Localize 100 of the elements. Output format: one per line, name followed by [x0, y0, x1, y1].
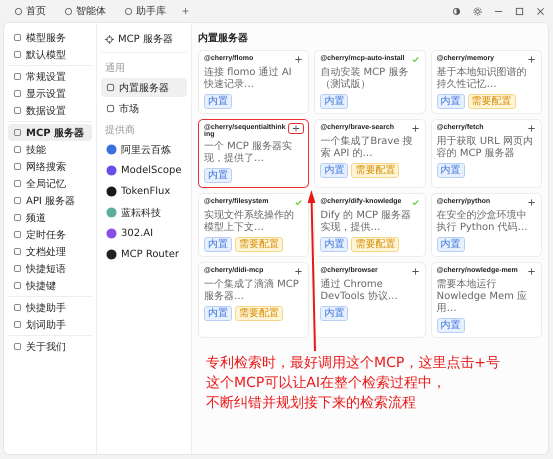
- rounded-square-icon: [13, 106, 22, 115]
- server-description: 一个集成了滴滴 MCP 服务器…: [204, 279, 300, 303]
- logo-icon: [106, 165, 117, 176]
- tag: 内置: [320, 237, 348, 252]
- logo-icon: [106, 186, 117, 197]
- sidebar-item[interactable]: 网络搜索: [8, 158, 92, 175]
- logo-icon: [106, 207, 117, 218]
- sidebar-item[interactable]: 常规设置: [8, 68, 92, 85]
- rounded-square-icon: [13, 179, 22, 188]
- circle-icon: [14, 6, 23, 16]
- rounded-square-icon: [106, 83, 115, 92]
- sidebar-item[interactable]: 技能: [8, 141, 92, 158]
- server-description: 在安全的沙盒环境中执行 Python 代码…: [436, 210, 529, 234]
- maximize-icon[interactable]: [515, 6, 524, 16]
- rounded-square-icon: [13, 33, 22, 42]
- add-icon[interactable]: [527, 124, 536, 133]
- server-description: 用于获取 URL 网页内容的 MCP 服务器: [436, 136, 534, 160]
- settings-icon[interactable]: [473, 6, 482, 16]
- nav-item[interactable]: 302.AI: [101, 224, 187, 243]
- rounded-square-icon: [13, 281, 22, 290]
- nav-item[interactable]: 阿里云百炼: [101, 140, 187, 159]
- nav-item[interactable]: 蓝耘科技: [101, 203, 187, 222]
- sidebar-item[interactable]: 模型服务: [8, 29, 92, 46]
- rounded-square-icon: [13, 145, 22, 154]
- tab[interactable]: 首页: [8, 2, 52, 20]
- server-description: 自动安装 MCP 服务（测试版）: [320, 67, 410, 91]
- add-icon[interactable]: [294, 55, 304, 64]
- server-description: 一个集成了Brave 搜索 API 的…: [320, 136, 414, 160]
- section-heading: 内置服务器: [198, 32, 249, 45]
- tag: 内置: [204, 94, 232, 109]
- add-icon[interactable]: [527, 198, 536, 207]
- sidebar-item[interactable]: 划词助手: [8, 316, 92, 333]
- rounded-square-icon: [13, 72, 22, 81]
- rounded-square-icon: [13, 320, 22, 329]
- tag: 内置: [320, 94, 348, 109]
- sidebar-item[interactable]: MCP 服务器: [8, 124, 92, 141]
- rounded-square-icon: [13, 264, 22, 273]
- rounded-square-icon: [13, 342, 22, 351]
- nav-item[interactable]: 内置服务器: [101, 78, 187, 97]
- server-description: 基于本地知识图谱的持久性记忆…: [436, 67, 528, 91]
- rounded-square-icon: [13, 247, 22, 256]
- sidebar-item[interactable]: 定时任务: [8, 226, 92, 243]
- server-description: 实现文件系统操作的模型上下文…: [204, 210, 295, 234]
- rounded-square-icon: [106, 104, 115, 113]
- tag: 内置: [204, 306, 232, 321]
- annotation-text: 不断纠错并规划接下来的检索流程: [206, 394, 417, 412]
- sidebar-item[interactable]: 关于我们: [8, 338, 92, 355]
- tag: 内置: [436, 237, 465, 252]
- add-icon[interactable]: [294, 267, 304, 276]
- add-icon[interactable]: [410, 267, 420, 276]
- panel-title: MCP 服务器: [101, 29, 187, 53]
- add-icon[interactable]: [289, 124, 304, 133]
- nav-item[interactable]: TokenFlux: [101, 182, 187, 201]
- new-tab-button[interactable]: +: [178, 4, 194, 18]
- logo-icon: [106, 228, 117, 239]
- sidebar-item[interactable]: 默认模型: [8, 46, 92, 63]
- tag: 内置: [436, 163, 465, 178]
- crosshair-icon: [105, 34, 114, 44]
- annotation-text: 专利检索时，最好调用这个MCP，这里点击+号: [206, 354, 502, 372]
- sidebar-item[interactable]: 文档处理: [8, 243, 92, 260]
- circle-icon: [64, 6, 73, 16]
- sidebar-item[interactable]: 全局记忆: [8, 175, 92, 192]
- add-icon[interactable]: [527, 55, 536, 64]
- tag: 内置: [436, 94, 465, 109]
- tag: 需要配置: [351, 163, 400, 178]
- tag: 内置: [436, 318, 465, 333]
- rounded-square-icon: [13, 213, 22, 222]
- tag: 需要配置: [351, 237, 400, 252]
- theme-icon[interactable]: [452, 6, 461, 16]
- nav-item[interactable]: 市场: [101, 99, 187, 118]
- sidebar-item[interactable]: 显示设置: [8, 85, 92, 102]
- nav-item[interactable]: ModelScope: [101, 161, 187, 180]
- sidebar-item[interactable]: API 服务器: [8, 192, 92, 209]
- server-description: 一个 MCP 服务器实现，提供了…: [204, 141, 293, 165]
- nav-item[interactable]: MCP Router: [101, 245, 187, 264]
- tab[interactable]: 助手库: [118, 2, 172, 20]
- tag: 内置: [204, 168, 232, 183]
- tag: 需要配置: [468, 94, 516, 109]
- server-description: 需要本地运行 Nowledge Mem 应用…: [436, 279, 528, 315]
- close-icon[interactable]: [536, 6, 545, 16]
- tab[interactable]: 智能体: [58, 2, 112, 20]
- add-icon[interactable]: [527, 267, 536, 276]
- tag: 需要配置: [235, 306, 283, 321]
- rounded-square-icon: [13, 196, 22, 205]
- sidebar-item[interactable]: 快捷助手: [8, 299, 92, 316]
- rounded-square-icon: [13, 89, 22, 98]
- rounded-square-icon: [13, 230, 22, 239]
- sidebar-item[interactable]: 快捷键: [8, 277, 92, 294]
- rounded-square-icon: [13, 50, 22, 59]
- add-icon[interactable]: [410, 124, 420, 133]
- annotation-text: 这个MCP可以让AI在整个检索过程中，: [206, 374, 448, 392]
- section-heading: 提供商: [104, 124, 136, 138]
- tag: 内置: [204, 237, 232, 252]
- server-description: Dify 的 MCP 服务器实现，提供…: [320, 210, 412, 234]
- sidebar-item[interactable]: 快捷短语: [8, 260, 92, 277]
- logo-icon: [106, 249, 117, 260]
- tag: 内置: [320, 163, 348, 178]
- sidebar-item[interactable]: 频道: [8, 209, 92, 226]
- sidebar-item[interactable]: 数据设置: [8, 102, 92, 119]
- circle-icon: [124, 6, 133, 16]
